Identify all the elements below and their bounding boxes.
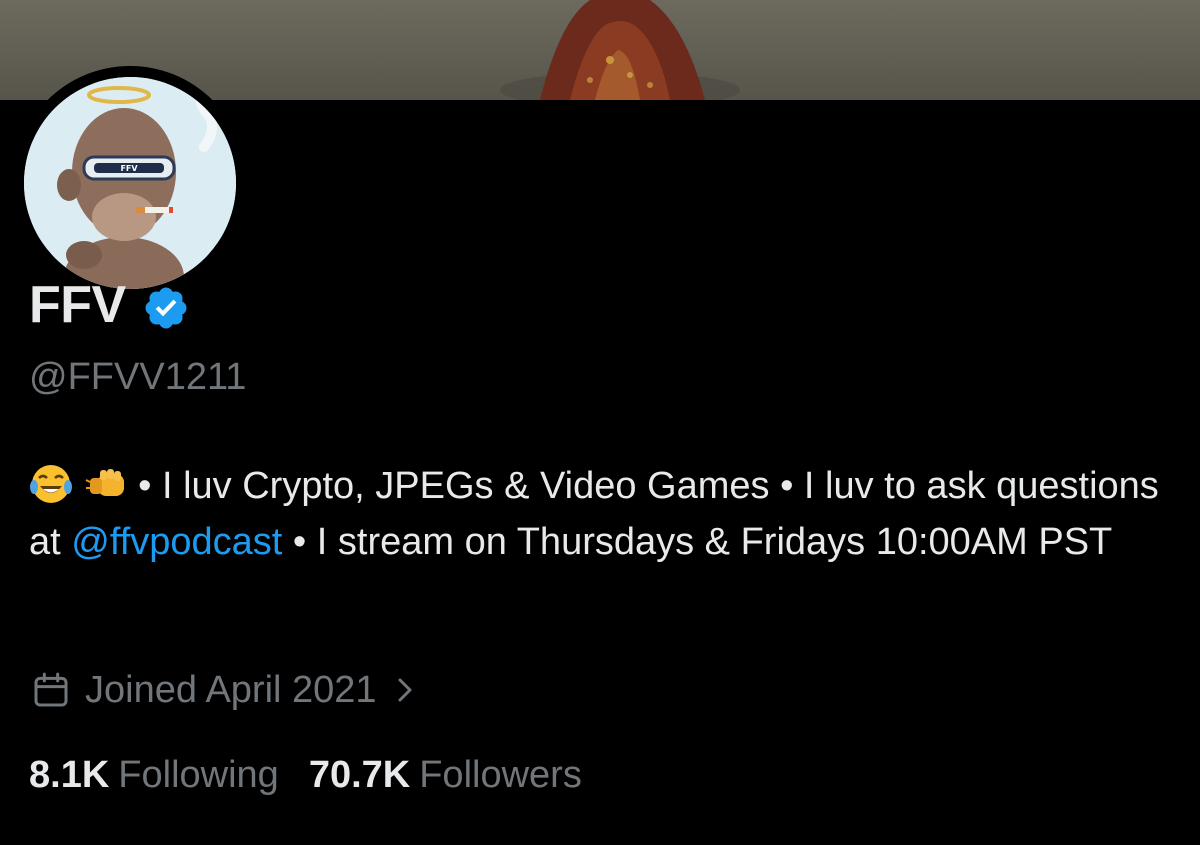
calendar-icon (34, 672, 68, 707)
following-link[interactable]: 8.1K Following (29, 754, 279, 797)
laughing-tears-emoji-icon (30, 465, 72, 503)
banner-artwork (500, 0, 740, 100)
display-name-row: FFV (29, 270, 190, 340)
verified-badge-icon[interactable] (142, 284, 190, 332)
joined-date-text: Joined April 2021 (85, 668, 377, 711)
avatar[interactable]: FFV (24, 77, 236, 289)
bio-mention-link[interactable]: @ffvpodcast (71, 521, 282, 563)
display-name: FFV (29, 276, 126, 334)
following-label: Following (118, 754, 279, 796)
followers-link[interactable]: 70.7K Followers (309, 754, 582, 797)
joined-date-row[interactable]: Joined April 2021 (31, 664, 415, 716)
user-handle: @FFVV1211 (29, 356, 247, 398)
chevron-right-icon (398, 678, 412, 702)
avatar-monkey-image: FFV (24, 77, 236, 289)
bio-text-2: • I stream on Thursdays & Fridays 10:00A… (282, 521, 1113, 563)
followers-label: Followers (419, 754, 582, 796)
fist-bump-emoji-icon (85, 469, 124, 496)
follow-stats: 8.1K Following 70.7K Followers (29, 754, 582, 797)
followers-count: 70.7K (308, 754, 411, 796)
profile-bio: • I luv Crypto, JPEGs & Video Games • I … (29, 458, 1179, 570)
svg-text:FFV: FFV (120, 164, 138, 173)
following-count: 8.1K (29, 754, 110, 796)
